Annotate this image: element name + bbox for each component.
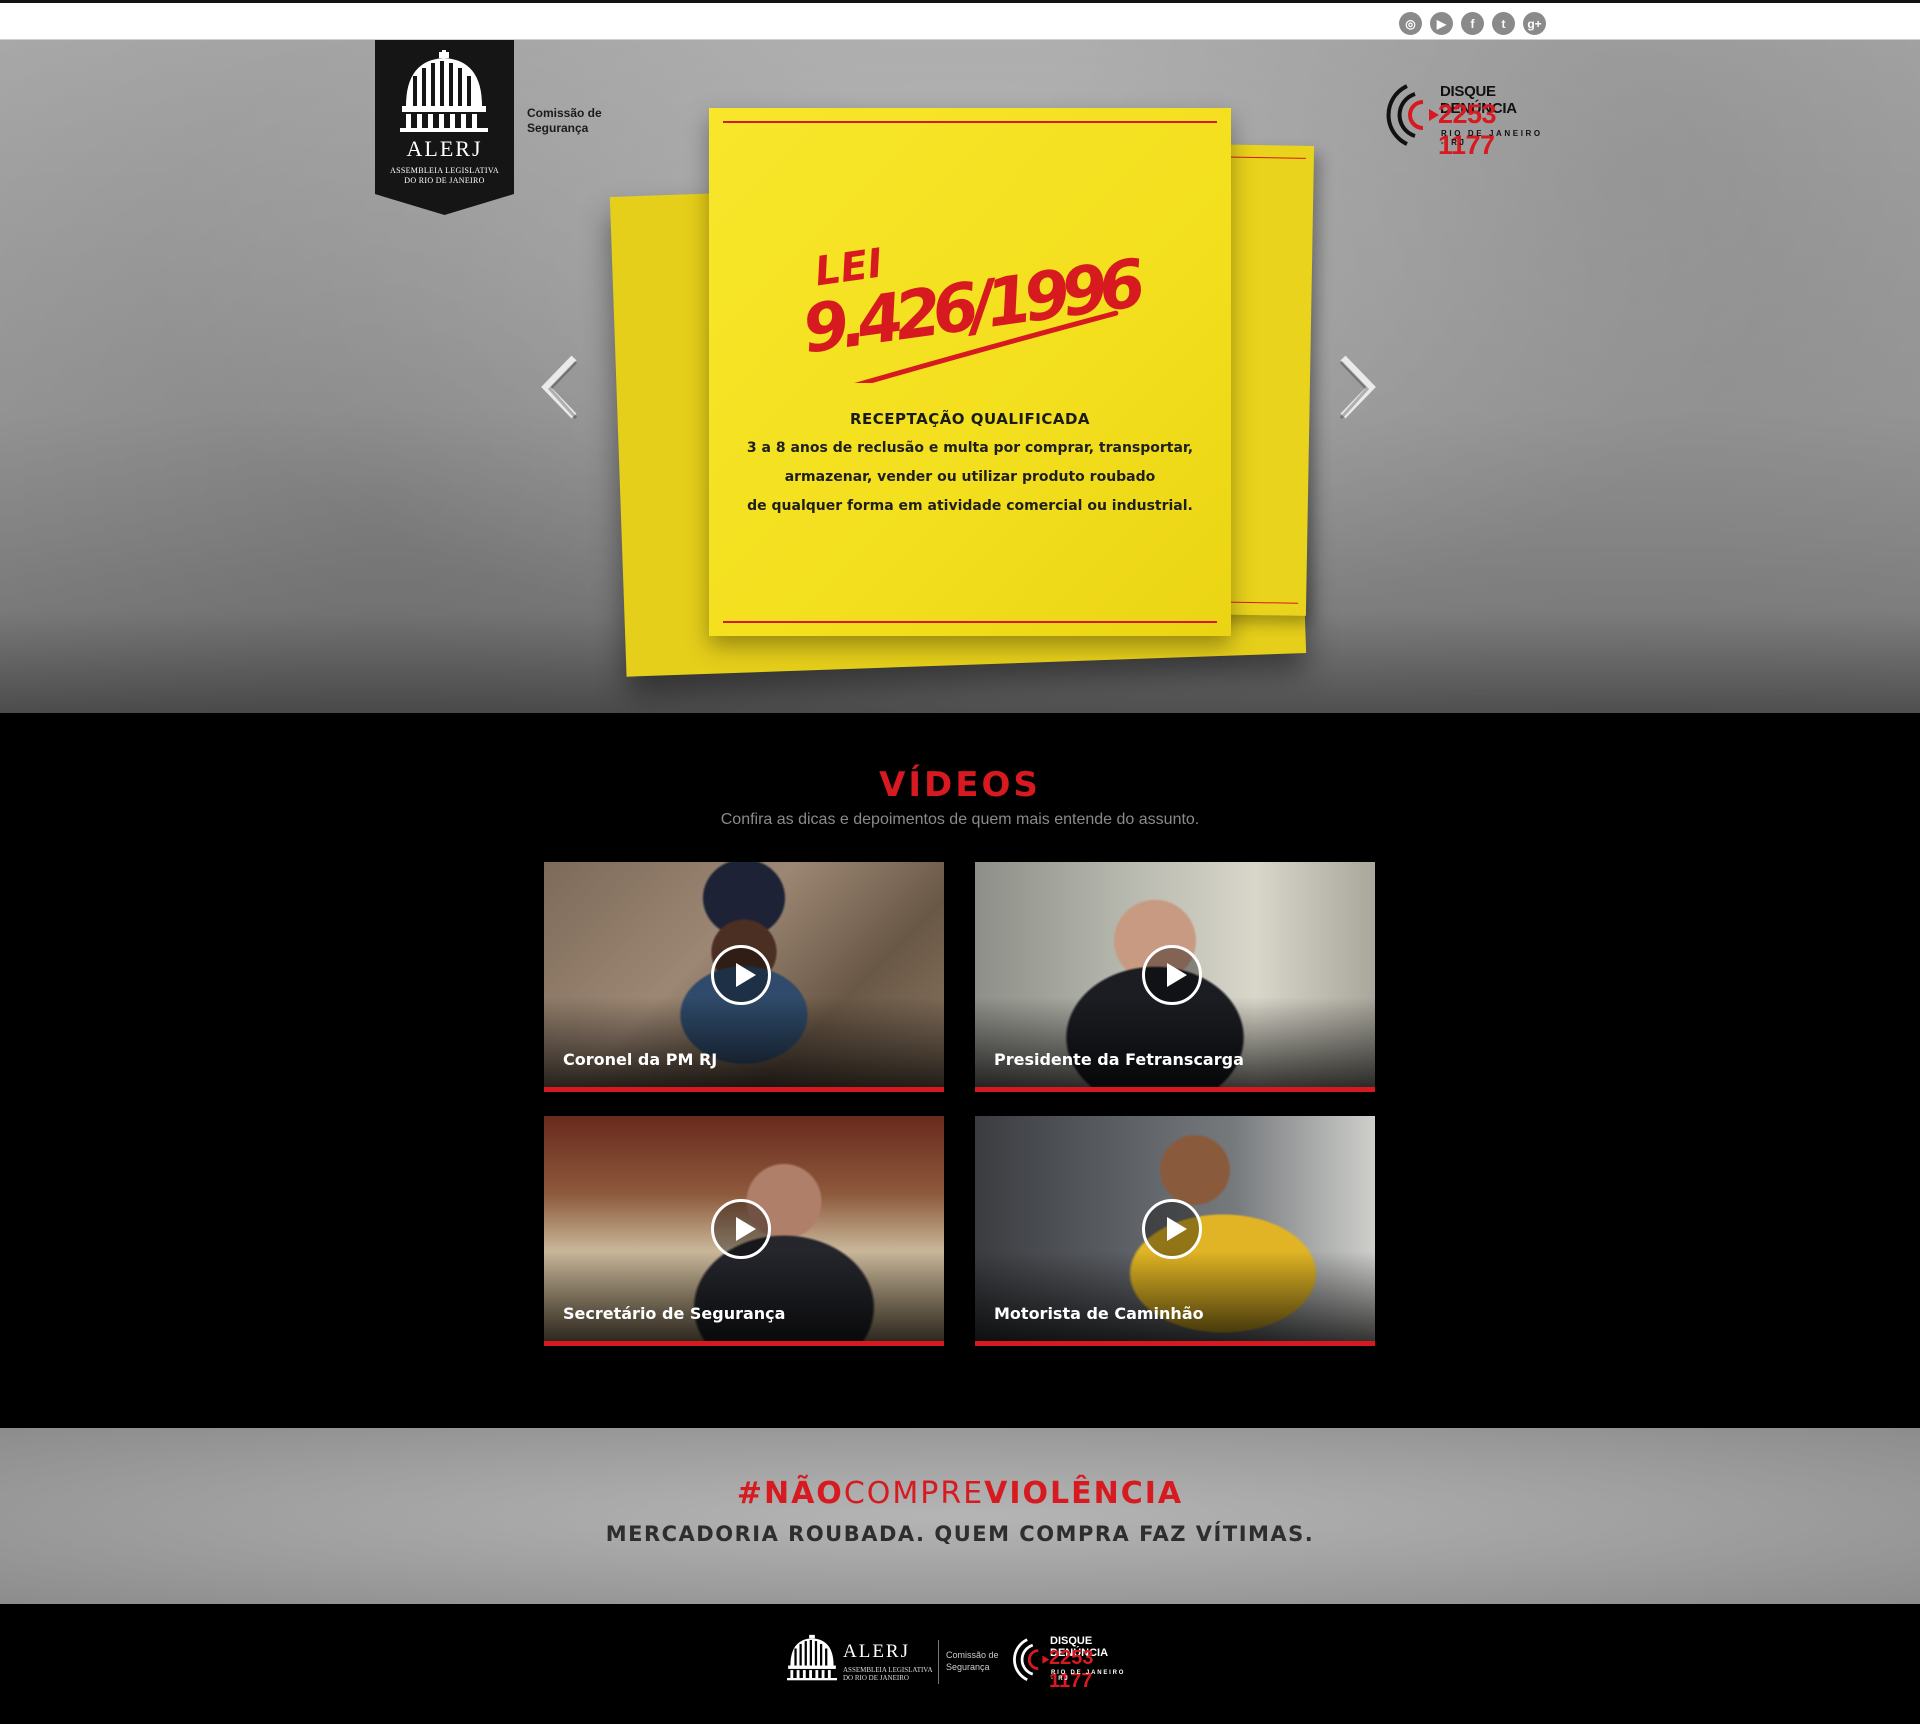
video-caption: Coronel da PM RJ [563, 1050, 718, 1069]
comissao-line1: Comissão de [527, 106, 602, 120]
signal-icon [1013, 1638, 1050, 1681]
logo-title: ALERJ [406, 136, 483, 161]
logo-subtitle: ASSEMBLEIA LEGISLATIVA DO RIO DE JANEIRO [375, 166, 514, 186]
hero-slider: ALERJ ASSEMBLEIA LEGISLATIVA DO RIO DE J… [0, 40, 1920, 713]
law-line1: 3 a 8 anos de reclusão e multa por compr… [746, 440, 1194, 456]
footer-logo-title[interactable]: ALERJ [843, 1641, 910, 1663]
footer: ALERJ ASSEMBLEIA LEGISLATIVA DO RIO DE J… [0, 1604, 1920, 1724]
law-line2: armazenar, vender ou utilizar produto ro… [784, 469, 1156, 485]
thumbnail-shade [544, 1251, 944, 1341]
videos-title: VÍDEOS [879, 765, 1041, 805]
campaign-band: #NÃOCOMPREVIOLÊNCIA MERCADORIA ROUBADA. … [0, 1428, 1920, 1604]
youtube-icon[interactable]: ▶ [1430, 12, 1453, 35]
play-icon[interactable] [1142, 945, 1202, 1005]
thumbnail-shade [544, 997, 944, 1087]
hashtag-word-3: VIOLÊNCIA [984, 1476, 1184, 1511]
play-icon[interactable] [711, 1199, 771, 1259]
campaign-hashtag[interactable]: #NÃOCOMPREVIOLÊNCIA [0, 1476, 1920, 1511]
footer-logo-subtitle-line1: ASSEMBLEIA LEGISLATIVA [843, 1666, 933, 1674]
law-line3: de qualquer forma em atividade comercial… [747, 498, 1193, 514]
google-plus-icon[interactable]: g+ [1523, 12, 1546, 35]
dome-icon [787, 1634, 837, 1681]
law-description: 3 a 8 anos de reclusão e multa por compr… [729, 434, 1211, 521]
play-icon[interactable] [711, 945, 771, 1005]
videos-section: VÍDEOS Confira as dicas e depoimentos de… [0, 713, 1920, 1428]
footer-disque-denuncia-logo[interactable]: DISQUE DENÚNCIA 2253 1177 RIO DE JANEIRO… [1012, 1632, 1132, 1692]
disque-denuncia-logo[interactable]: DISQUE DENÚNCIA 2253 1177 RIO DE JANEIRO… [1385, 78, 1545, 160]
note-rule-top [723, 121, 1217, 123]
facebook-icon[interactable]: f [1461, 12, 1484, 35]
note-rule-bottom [723, 621, 1217, 623]
comissao-label: Comissão de Segurança [527, 106, 602, 136]
footer-logo-subtitle-line2: DO RIO DE JANEIRO [843, 1674, 909, 1682]
social-links: ◎ ▶ f t g+ [1399, 12, 1546, 35]
logo-subtitle-line2: DO RIO DE JANEIRO [404, 176, 485, 185]
footer-comissao-line1: Comissão de [946, 1650, 999, 1660]
video-card[interactable]: Presidente da Fetranscarga [975, 862, 1375, 1092]
footer-logo-subtitle: ASSEMBLEIA LEGISLATIVA DO RIO DE JANEIRO [843, 1666, 933, 1682]
video-caption: Secretário de Segurança [563, 1304, 786, 1323]
signal-icon [1386, 84, 1439, 146]
video-card[interactable]: Secretário de Segurança [544, 1116, 944, 1346]
dome-icon [400, 50, 488, 132]
footer-comissao-label: Comissão de Segurança [946, 1649, 999, 1673]
footer-divider [938, 1640, 939, 1684]
footer-disque-city: RIO DE JANEIRO - RJ [1051, 1670, 1126, 1682]
campaign-slogan: MERCADORIA ROUBADA. QUEM COMPRA FAZ VÍTI… [605, 1522, 1315, 1546]
thumbnail-shade [975, 1251, 1375, 1341]
hashtag-symbol: # [736, 1476, 764, 1511]
top-bar: ◎ ▶ f t g+ [0, 0, 1920, 40]
law-headline: LEI 9.426/1996 [798, 240, 1150, 383]
play-icon[interactable] [1142, 1199, 1202, 1259]
video-card[interactable]: Coronel da PM RJ [544, 862, 944, 1092]
alerj-logo[interactable]: ALERJ ASSEMBLEIA LEGISLATIVA DO RIO DE J… [375, 40, 514, 215]
instagram-icon[interactable]: ◎ [1399, 12, 1422, 35]
law-note-card: LEI 9.426/1996 RECEPTAÇÃO QUALIFICADA 3 … [709, 108, 1231, 636]
video-card[interactable]: Motorista de Caminhão [975, 1116, 1375, 1346]
prev-slide-arrow-icon[interactable] [540, 352, 580, 422]
video-caption: Presidente da Fetranscarga [994, 1050, 1244, 1069]
twitter-icon[interactable]: t [1492, 12, 1515, 35]
thumbnail-shade [975, 997, 1375, 1087]
hashtag-word-1: NÃO [763, 1476, 844, 1511]
hashtag-word-2: COMPRE [843, 1476, 985, 1511]
video-caption: Motorista de Caminhão [994, 1304, 1204, 1323]
next-slide-arrow-icon[interactable] [1337, 352, 1377, 422]
law-title: RECEPTAÇÃO QUALIFICADA [849, 410, 1091, 428]
footer-comissao-line2: Segurança [946, 1662, 990, 1672]
videos-subtitle: Confira as dicas e depoimentos de quem m… [720, 811, 1200, 828]
comissao-line2: Segurança [527, 121, 589, 135]
logo-subtitle-line1: ASSEMBLEIA LEGISLATIVA [390, 166, 499, 175]
disque-city: RIO DE JANEIRO - RJ [1441, 129, 1543, 147]
